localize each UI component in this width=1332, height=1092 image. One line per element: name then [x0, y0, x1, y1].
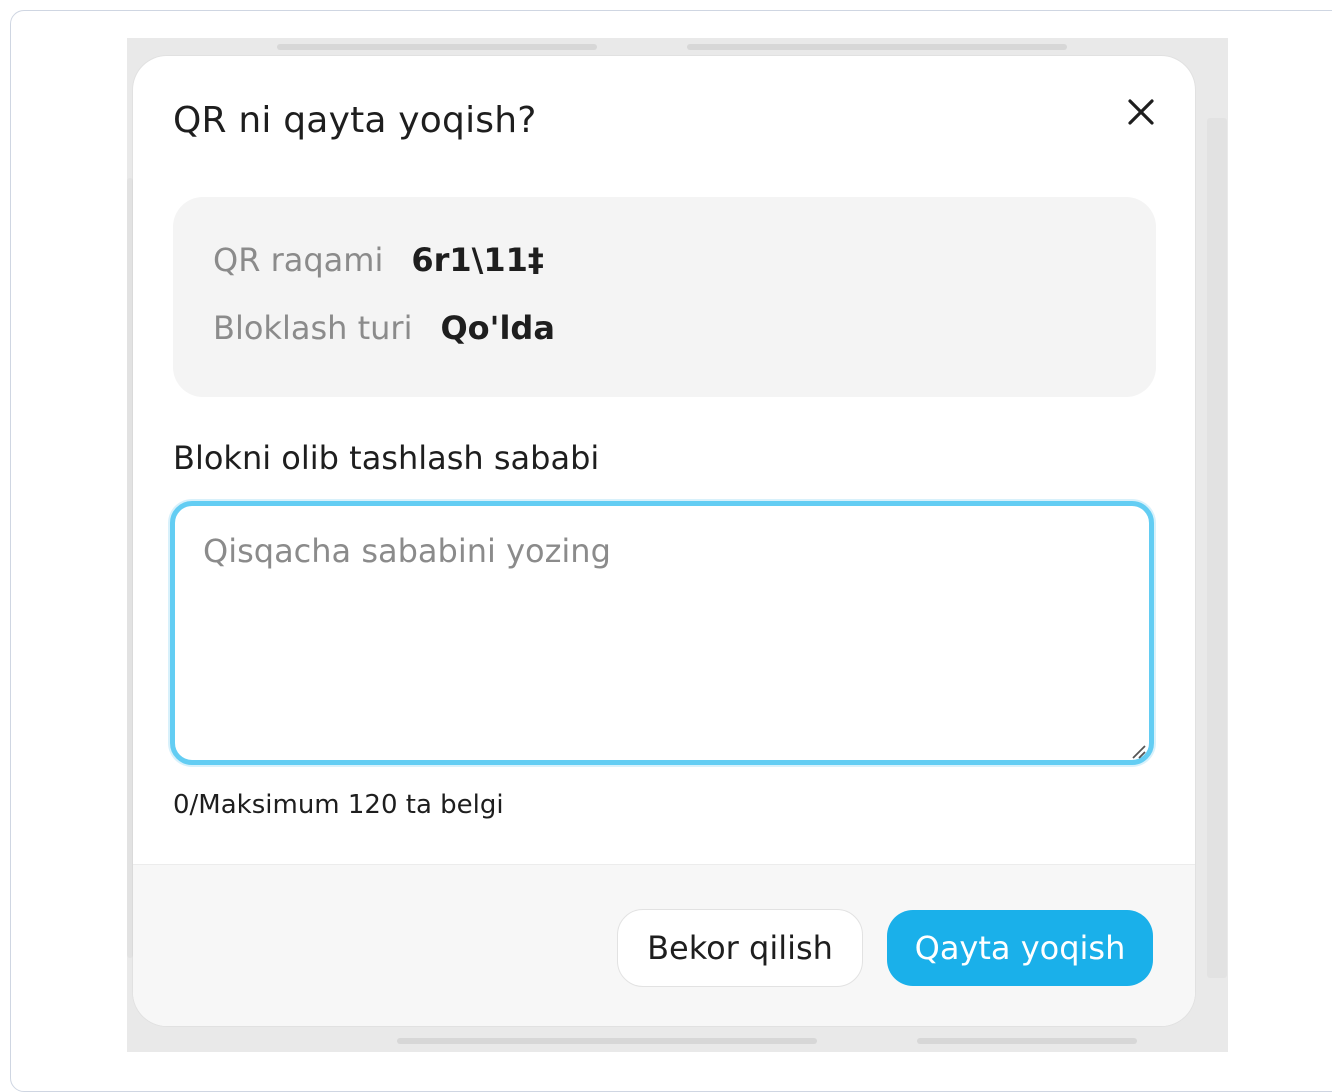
- qr-info-card: QR raqami 6r1\11‡ Bloklash turi Qo'lda: [173, 197, 1156, 397]
- qr-number-row: QR raqami 6r1\11‡: [213, 241, 544, 279]
- backdrop-blur-line: [397, 1038, 817, 1044]
- textarea-resize-handle[interactable]: [1129, 742, 1147, 760]
- qr-number-value: 6r1\11‡: [411, 241, 544, 279]
- qr-number-label: QR raqami: [213, 241, 384, 279]
- backdrop-blur-line: [687, 44, 1067, 50]
- block-type-label: Bloklash turi: [213, 309, 413, 347]
- character-counter: 0/Maksimum 120 ta belgi: [173, 790, 504, 820]
- block-type-row: Bloklash turi Qo'lda: [213, 309, 555, 347]
- backdrop-blur-line: [917, 1038, 1137, 1044]
- reenable-button[interactable]: Qayta yoqish: [887, 910, 1153, 986]
- reason-textarea[interactable]: [170, 501, 1154, 765]
- resize-grip-icon: [1132, 745, 1146, 759]
- backdrop-blur-edge: [1207, 118, 1227, 978]
- reenable-qr-dialog: QR ni qayta yoqish? QR raqami 6r1\11‡ Blo…: [133, 56, 1195, 1026]
- close-button[interactable]: [1121, 92, 1161, 132]
- dialog-footer: Bekor qilish Qayta yoqish: [133, 864, 1195, 1026]
- block-type-value: Qo'lda: [440, 309, 555, 347]
- cancel-button[interactable]: Bekor qilish: [617, 909, 863, 987]
- backdrop-blur-line: [277, 44, 597, 50]
- dialog-title: QR ni qayta yoqish?: [173, 100, 537, 141]
- reason-label: Blokni olib tashlash sababi: [173, 439, 600, 477]
- close-icon: [1128, 99, 1154, 125]
